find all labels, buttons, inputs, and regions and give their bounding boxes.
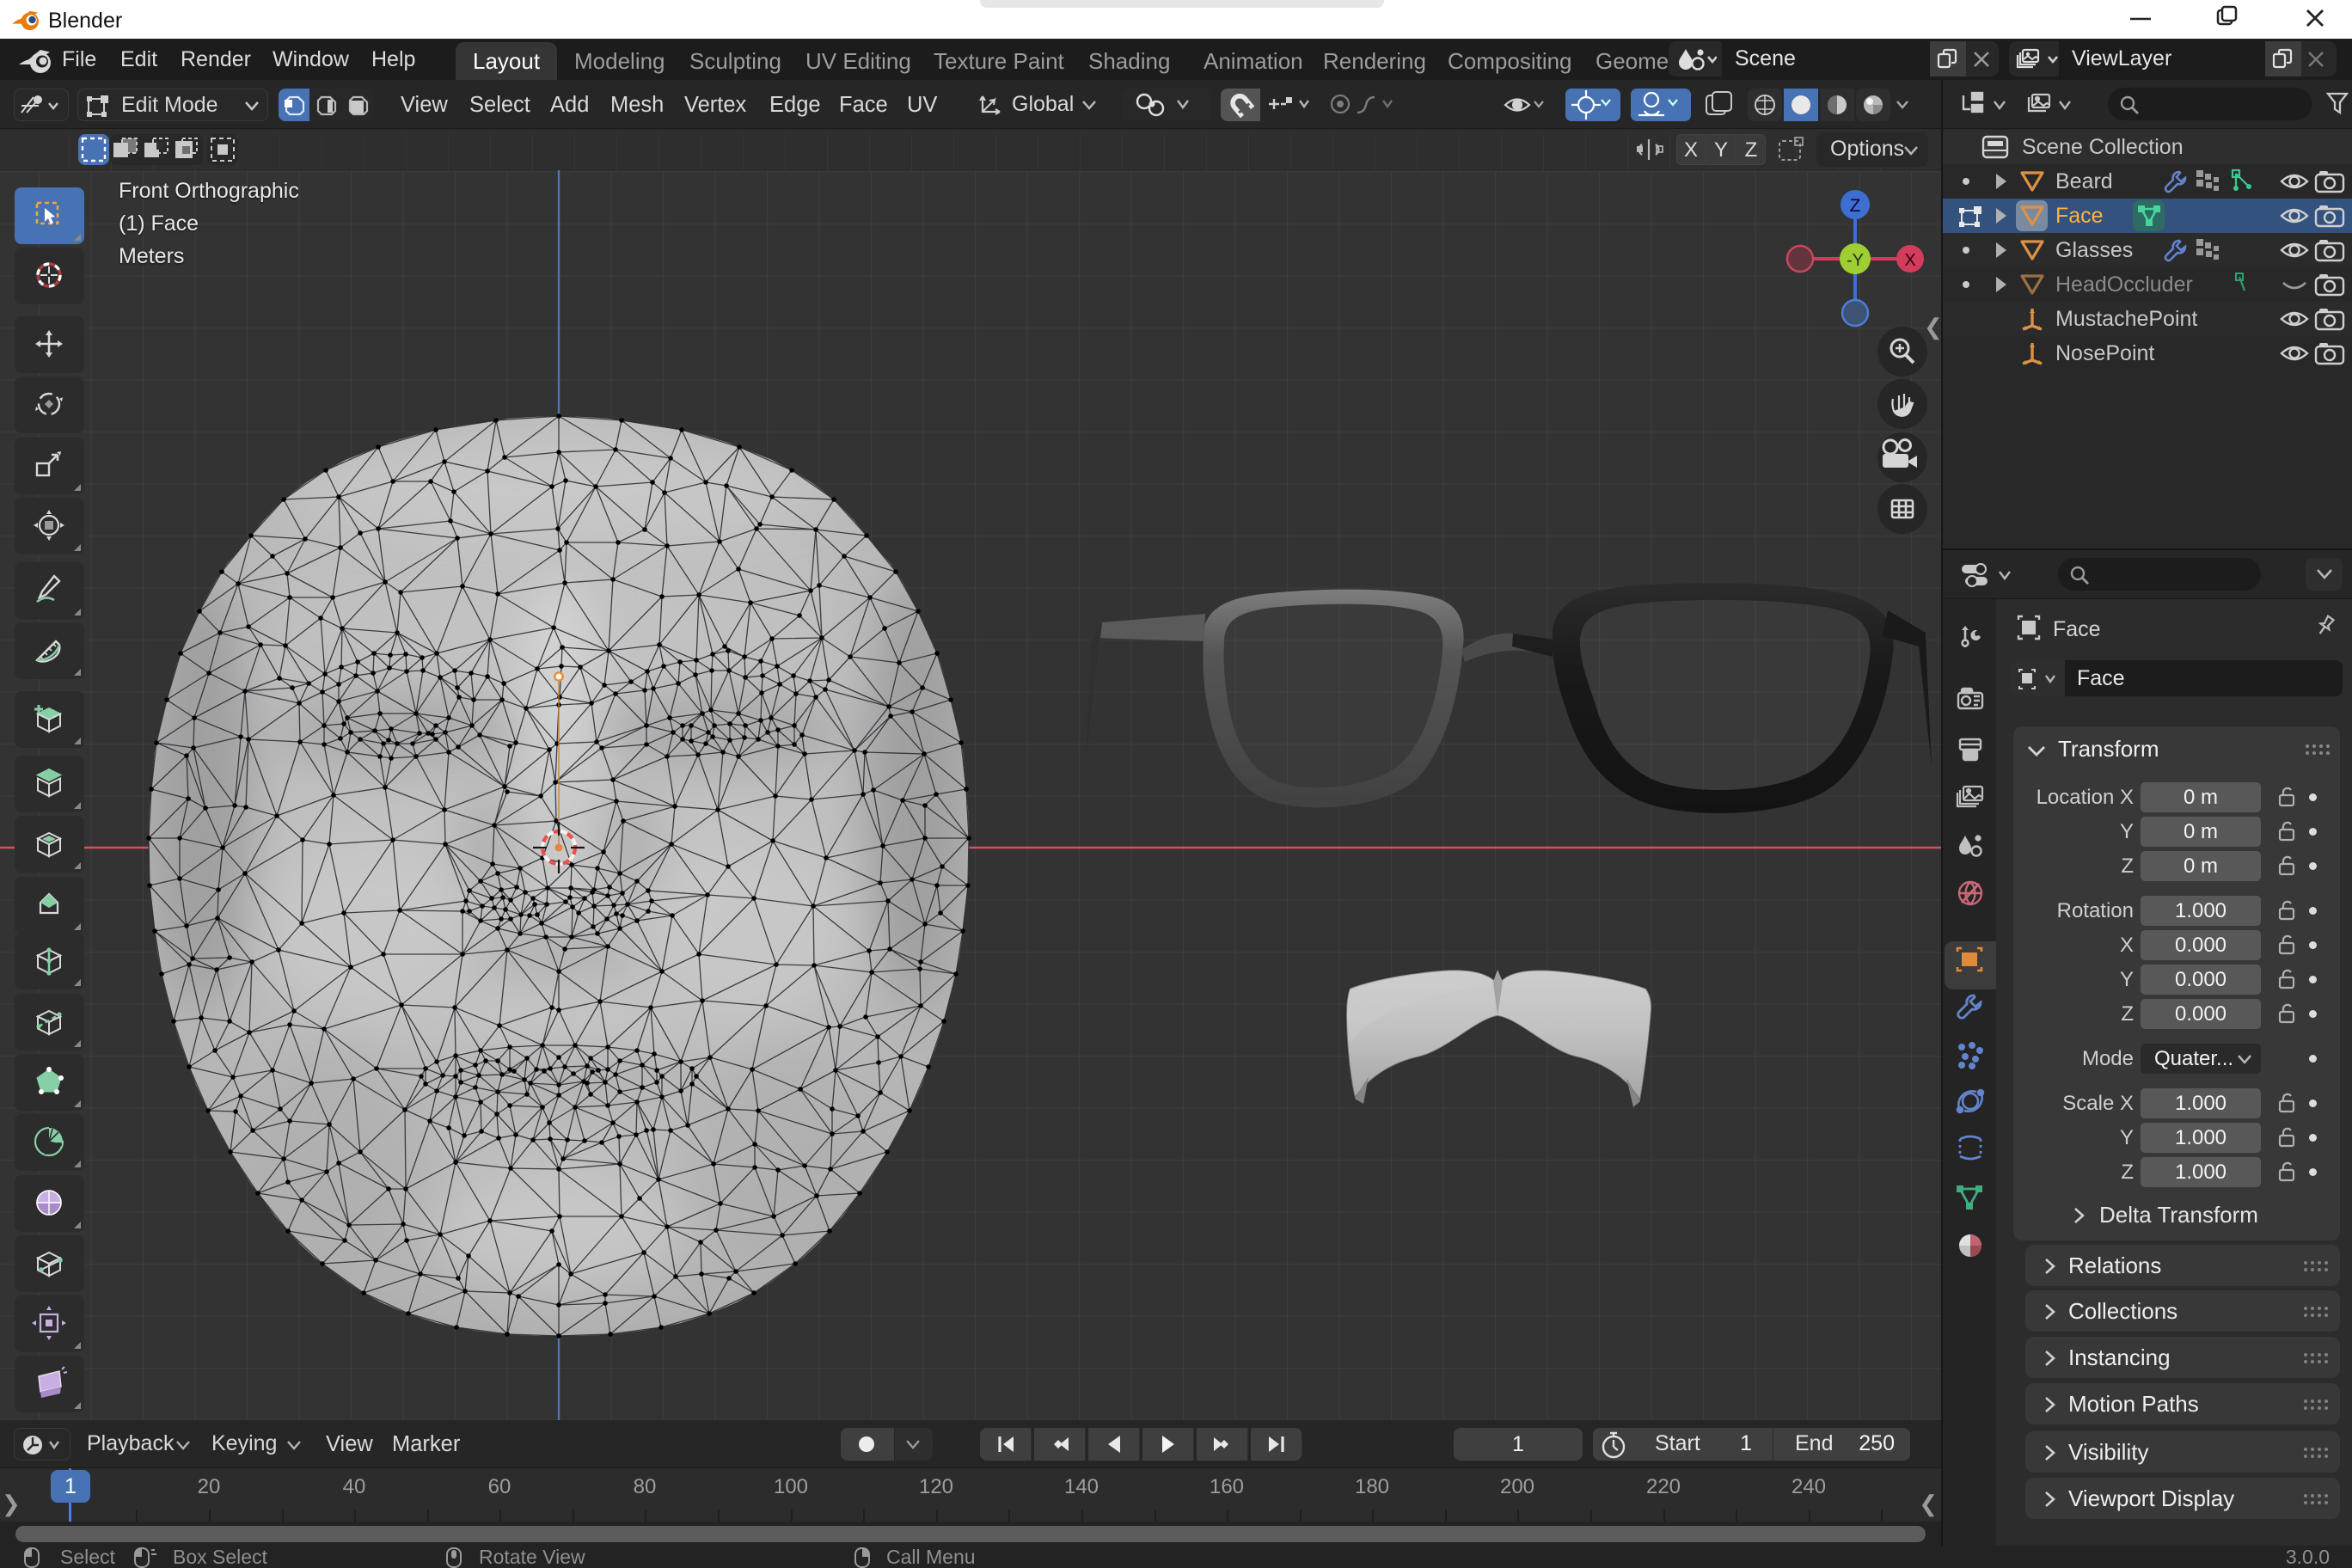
svg-text:-Y: -Y (1847, 251, 1864, 270)
svg-text:Z: Z (1850, 196, 1861, 216)
svg-text:X: X (1904, 251, 1915, 270)
